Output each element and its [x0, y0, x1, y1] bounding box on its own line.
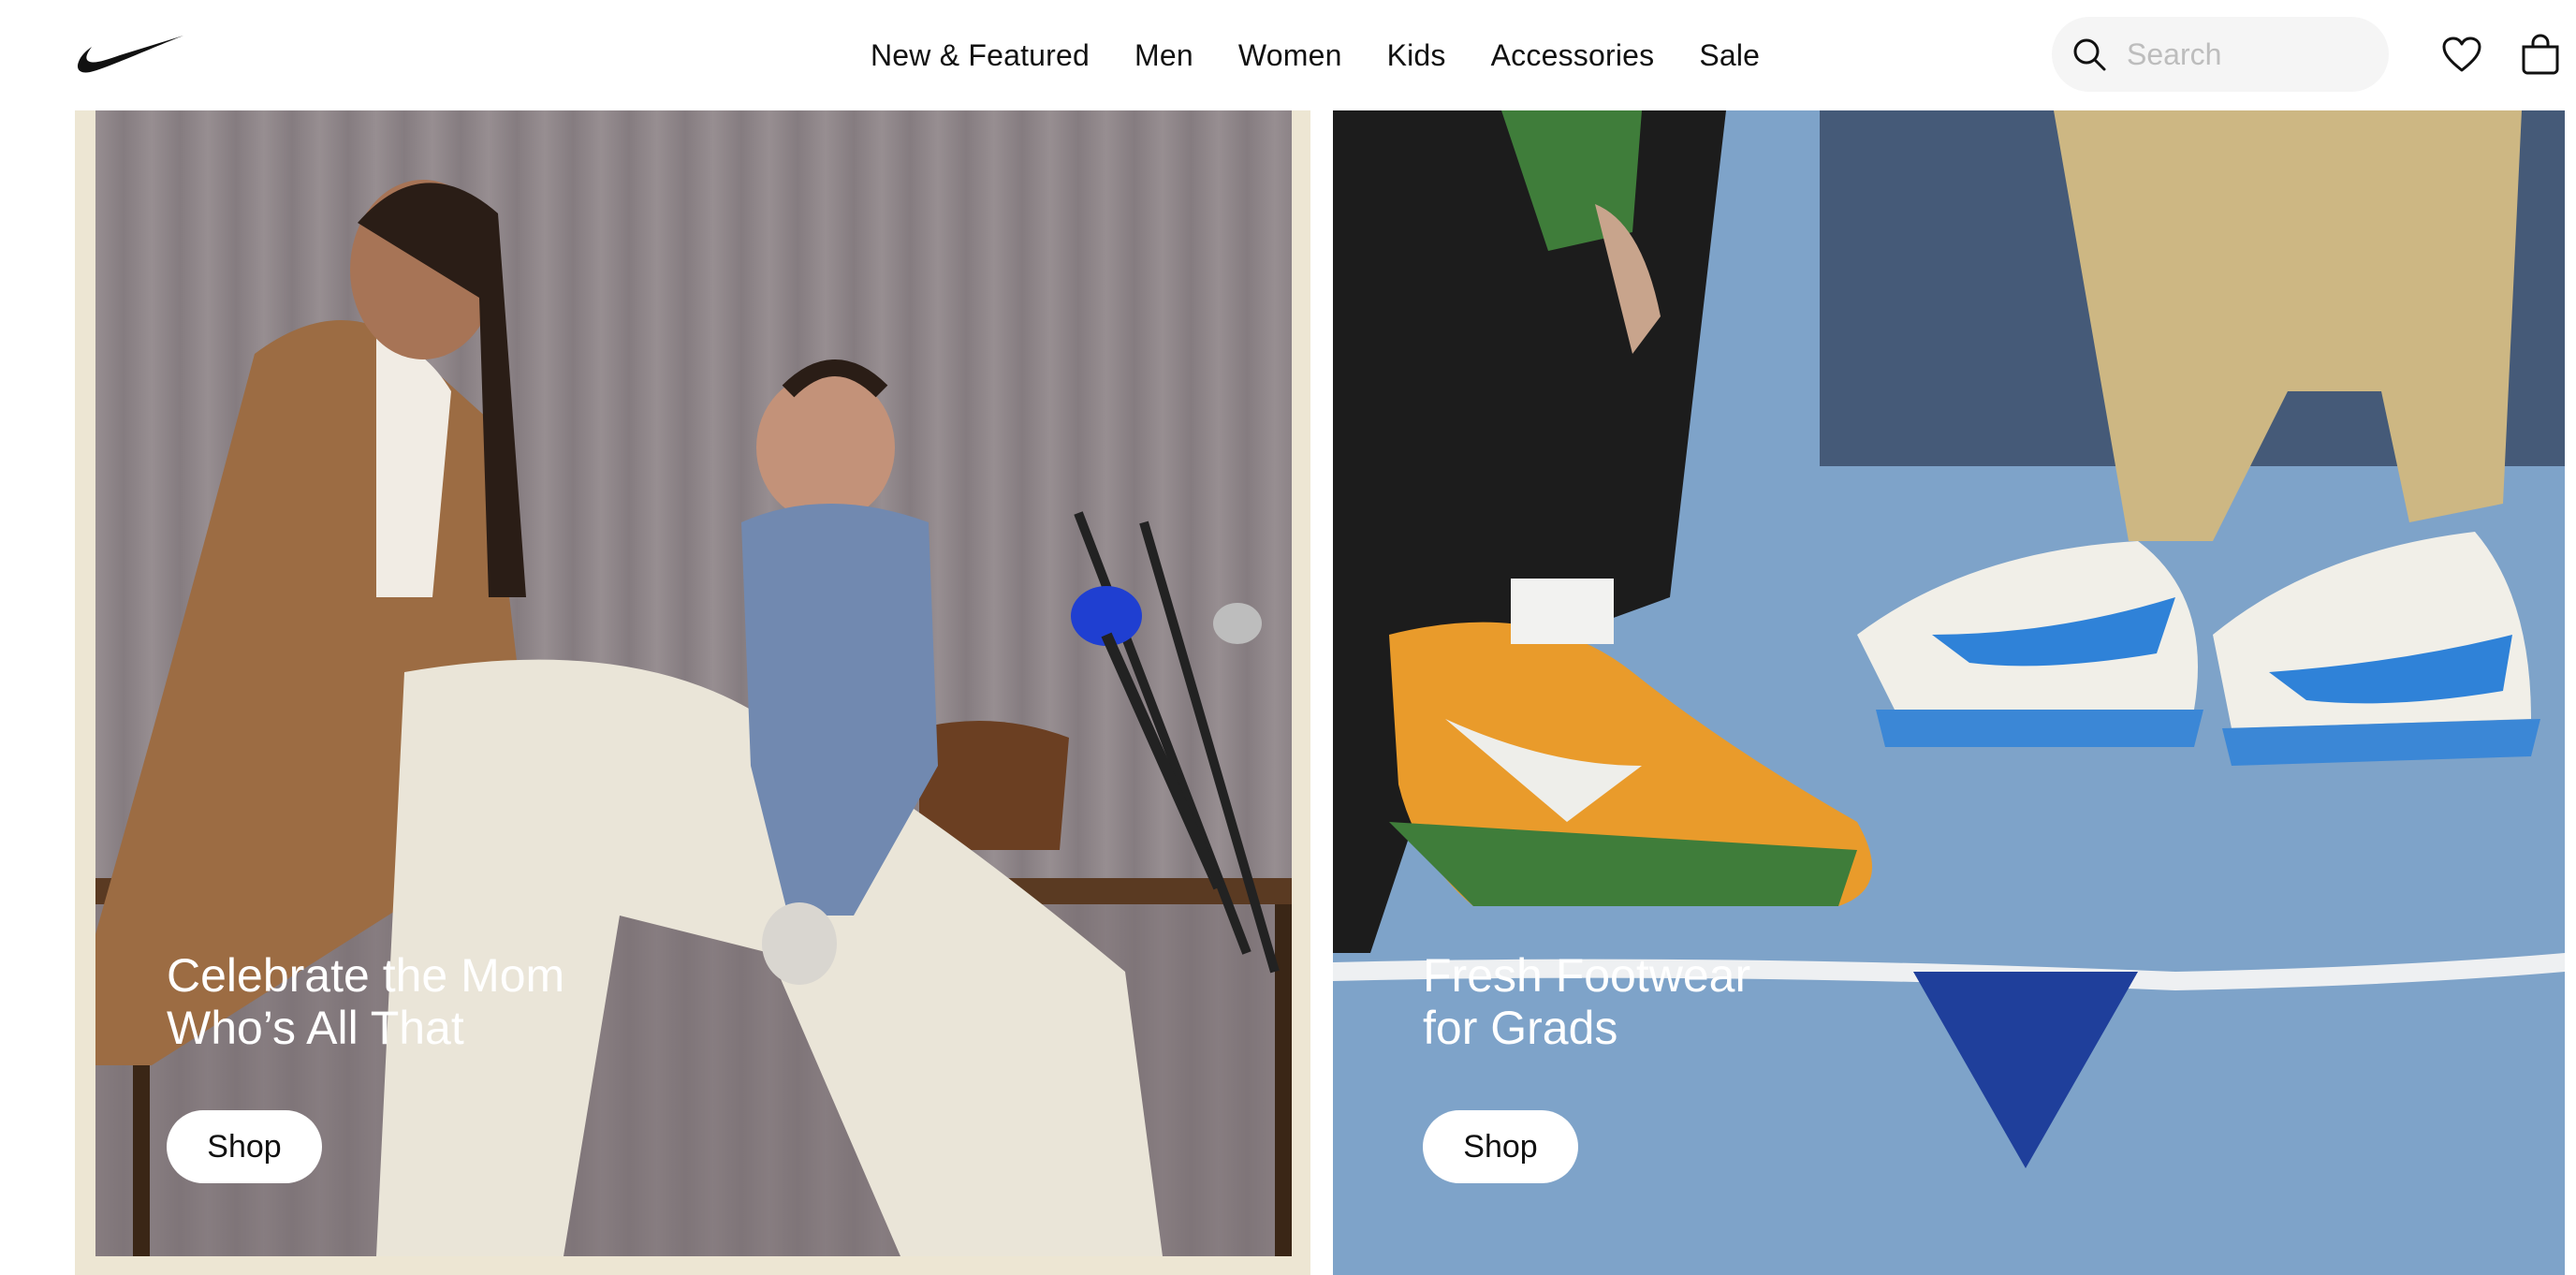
- search-bar[interactable]: [2052, 17, 2389, 92]
- favorites-icon[interactable]: [2434, 26, 2490, 82]
- shop-button[interactable]: Shop: [167, 1110, 322, 1183]
- nav-women[interactable]: Women: [1238, 38, 1342, 73]
- shop-button[interactable]: Shop: [1423, 1110, 1578, 1183]
- hero-card-mom[interactable]: Celebrate the Mom Who’s All That Shop: [75, 110, 1310, 1275]
- main-nav: New & Featured Men Women Kids Accessorie…: [871, 32, 1760, 79]
- hero-headline: Celebrate the Mom Who’s All That: [167, 949, 565, 1054]
- bag-icon[interactable]: [2520, 26, 2576, 82]
- search-input[interactable]: [2127, 37, 2361, 72]
- hero-image-grads: [1333, 110, 2565, 1275]
- hero-headline: Fresh Footwear for Grads: [1423, 949, 1751, 1054]
- hero-card-grads[interactable]: Fresh Footwear for Grads Shop: [1333, 110, 2565, 1275]
- nav-men[interactable]: Men: [1134, 38, 1193, 73]
- nike-swoosh-logo[interactable]: [75, 34, 189, 77]
- nav-kids[interactable]: Kids: [1387, 38, 1446, 73]
- nav-sale[interactable]: Sale: [1699, 38, 1760, 73]
- search-icon[interactable]: [2052, 17, 2127, 92]
- nav-accessories[interactable]: Accessories: [1491, 38, 1655, 73]
- hero-image-mom: [95, 110, 1292, 1256]
- nav-new-featured[interactable]: New & Featured: [871, 38, 1090, 73]
- site-header: New & Featured Men Women Kids Accessorie…: [0, 0, 2576, 110]
